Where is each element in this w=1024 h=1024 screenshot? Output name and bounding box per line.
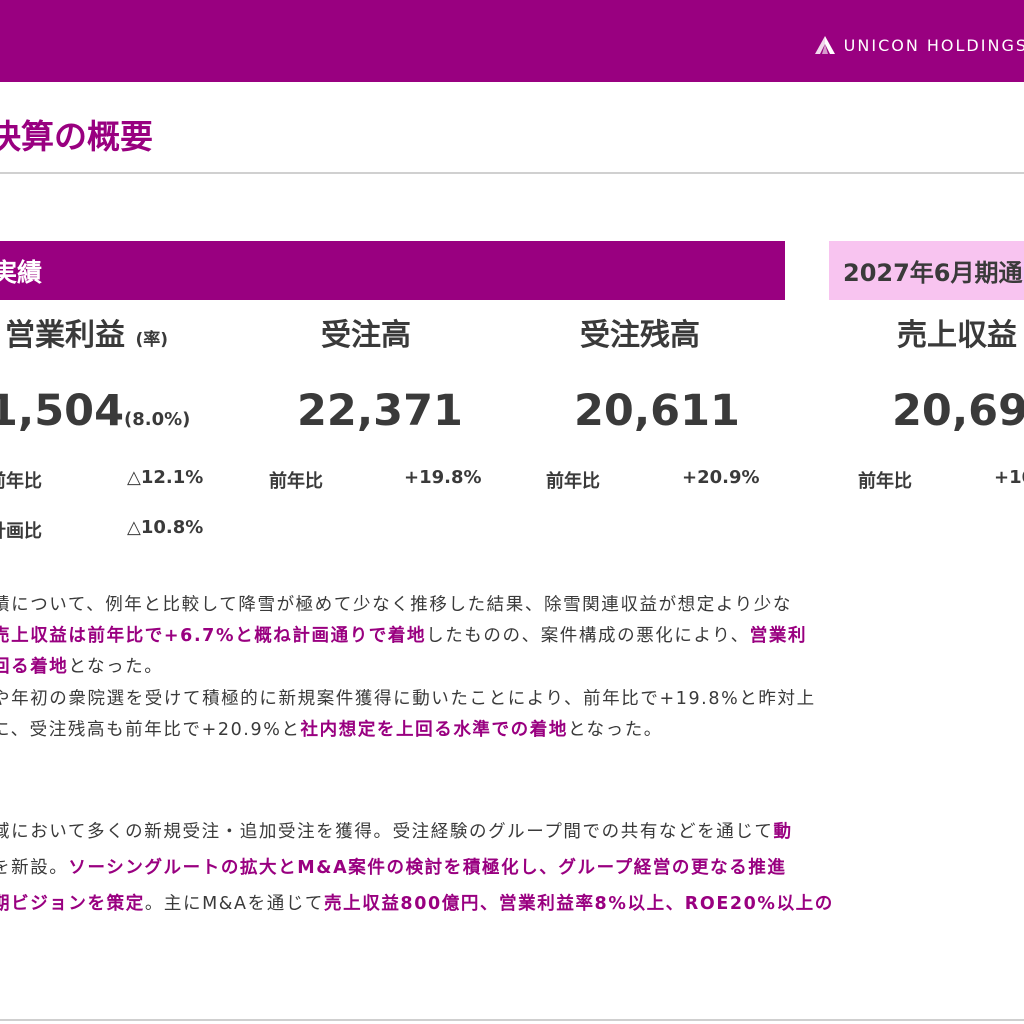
highlight-text: 売上収益は前年比で+6.7%と概ね計画通りで着地 [0, 626, 427, 646]
operating-profit-yoy-value: △12.1% [127, 467, 204, 488]
highlight-text: 営業利 [749, 626, 808, 646]
paragraph-text: を新設。 [0, 858, 69, 878]
operating-profit-label: 営業利益 [5, 318, 125, 353]
backlog-yoy-label: 前年比 [546, 471, 600, 492]
paragraph-text: に、受注残高も前年比で+20.9%と [0, 720, 301, 740]
orders-yoy-value: +19.8% [404, 467, 482, 488]
page-title: 決算の概要 [0, 117, 153, 156]
summary-paragraph-2: や年初の衆院選を受けて積極的に新規案件獲得に動いたことにより、前年比で+19.8… [0, 684, 816, 746]
forecast-section-label: 2027年6月期通 [843, 259, 1023, 287]
revenue-forecast-label: 売上収益 [897, 318, 1017, 353]
highlight-text: 売上収益800億円、営業利益率8%以上、ROE20%以上の [324, 894, 834, 914]
operating-profit-rate: (8.0%) [124, 409, 191, 430]
operating-profit-yoy-label: 前年比 [0, 471, 42, 492]
orders-label: 受注高 [321, 318, 411, 353]
operating-profit-plan-value: △10.8% [127, 517, 204, 538]
summary-paragraph-3: 域において多くの新規受注・追加受注を獲得。受注経験のグループ間での共有などを通じ… [0, 814, 834, 922]
results-section-header: 実績 [0, 241, 785, 300]
forecast-section-header: 2027年6月期通 [829, 241, 1024, 300]
orders-yoy-label: 前年比 [269, 471, 323, 492]
highlight-text: 回る着地 [0, 657, 69, 677]
operating-profit-plan-label: 計画比 [0, 521, 42, 542]
paragraph-text: 。主にM&Aを通じて [144, 894, 325, 914]
backlog-yoy-value: +20.9% [682, 467, 760, 488]
paragraph-text: したものの、案件構成の悪化により、 [426, 626, 750, 646]
paragraph-text: となった。 [567, 720, 663, 740]
unicon-mountain-icon [814, 36, 835, 54]
revenue-forecast-yoy-value: +10 [994, 467, 1024, 488]
results-section-label: 実績 [0, 257, 43, 287]
paragraph-text: や年初の衆院選を受けて積極的に新規案件獲得に動いたことにより、前年比で+19.8… [0, 689, 816, 709]
operating-profit-label-suffix: (率) [135, 330, 168, 350]
operating-profit-value: 1,504 [0, 386, 125, 436]
header-bar: UNICON HOLDINGS [0, 0, 1024, 82]
kpi-value: 1,504(8.0%) [0, 386, 190, 436]
paragraph-text: となった。 [68, 657, 164, 677]
backlog-label: 受注残高 [580, 318, 700, 353]
highlight-text: 動 [773, 822, 793, 842]
paragraph-text: 績について、例年と比較して降雪が極めて少なく推移した結果、除雪関連収益が想定より… [0, 595, 792, 615]
revenue-forecast-yoy-label: 前年比 [858, 471, 912, 492]
backlog-value: 20,611 [574, 386, 740, 436]
summary-paragraph-1: 績について、例年と比較して降雪が極めて少なく推移した結果、除雪関連収益が想定より… [0, 590, 807, 683]
revenue-forecast-value: 20,699 [892, 386, 1024, 436]
title-divider [0, 172, 1024, 174]
company-logo: UNICON HOLDINGS [814, 30, 1024, 60]
footer-divider [0, 1019, 1024, 1021]
highlight-text: 期ビジョンを策定 [0, 894, 145, 914]
highlight-text: ソーシングルートの拡大とM&A案件の検討を積極化し、グループ経営の更なる推進 [68, 858, 787, 878]
kpi-label: 営業利益 (率) [5, 310, 168, 354]
paragraph-text: 域において多くの新規受注・追加受注を獲得。受注経験のグループ間での共有などを通じ… [0, 822, 774, 842]
logo-text: UNICON HOLDINGS [843, 35, 1024, 55]
highlight-text: 社内想定を上回る水準での着地 [300, 720, 568, 740]
orders-value: 22,371 [297, 386, 463, 436]
